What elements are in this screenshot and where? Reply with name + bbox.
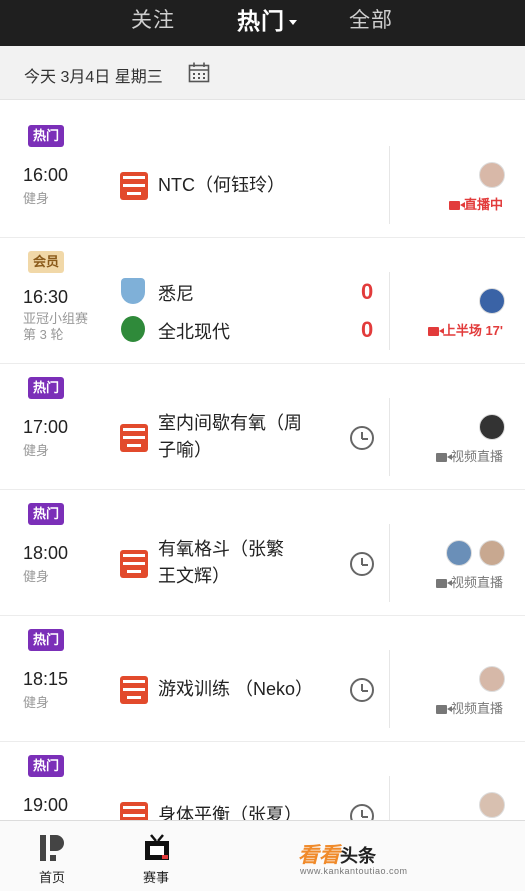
- alarm-clock-icon[interactable]: [350, 552, 374, 576]
- nav-home-label: 首页: [38, 870, 65, 885]
- event-time: 18:00: [23, 543, 69, 563]
- event-time: 16:30: [23, 287, 69, 307]
- date-label: 今天 3月4日 星期三: [24, 69, 163, 86]
- tab-hot[interactable]: 热门: [237, 2, 297, 36]
- watermark-suffix: 头条: [340, 846, 376, 866]
- hot-badge: 热门: [28, 125, 65, 147]
- team-name-home: 悉尼: [158, 284, 194, 304]
- video-camera-icon: [435, 453, 452, 462]
- avatar: [446, 540, 472, 566]
- event-time: 18:15: [23, 669, 69, 689]
- vip-badge: 会员: [28, 251, 65, 273]
- alarm-clock-icon[interactable]: [350, 678, 374, 702]
- video-camera-icon: [427, 327, 444, 336]
- score-away: 0: [361, 317, 374, 342]
- jeonbuk-motors-icon: [121, 316, 145, 342]
- event-round: 第 3 轮: [23, 327, 64, 342]
- hot-badge: 热门: [28, 755, 65, 777]
- event-category: 健身: [23, 191, 50, 206]
- video-camera-icon: [435, 579, 452, 588]
- video-status: 视频直播: [435, 698, 503, 717]
- alarm-clock-icon[interactable]: [350, 426, 374, 450]
- tab-hot-label: 热门: [237, 8, 285, 34]
- event-category: 健身: [23, 443, 50, 458]
- home-logo-icon: [40, 835, 64, 861]
- watermark-url: www.kankantoutiao.com: [300, 866, 408, 876]
- match-status-label: 上半场 17': [442, 323, 503, 338]
- nav-matches-label: 赛事: [142, 870, 169, 885]
- match-status: 上半场 17': [427, 320, 503, 339]
- sports-app-logo-icon: [120, 676, 148, 704]
- event-category: 健身: [23, 695, 50, 710]
- divider: [389, 650, 390, 728]
- event-card[interactable]: 热门 16:00 健身 NTC（何钰玲） 直播中: [0, 112, 525, 238]
- top-tab-bar: 关注 热门 全部: [0, 0, 525, 46]
- tab-all[interactable]: 全部: [349, 4, 393, 34]
- live-status: 直播中: [448, 194, 503, 213]
- divider: [389, 272, 390, 350]
- avatar: [479, 162, 505, 188]
- event-title-line-2: 子喻）: [158, 440, 212, 460]
- event-card[interactable]: 热门 17:00 健身 室内间歇有氧（周 子喻） 视频直播: [0, 364, 525, 490]
- video-status-label: 视频直播: [450, 701, 503, 716]
- live-status-label: 直播中: [463, 197, 503, 212]
- event-time: 17:00: [23, 417, 69, 437]
- avatar: [479, 666, 505, 692]
- event-title: 游戏训练 （Neko）: [158, 679, 314, 699]
- calendar-icon[interactable]: [188, 62, 210, 83]
- watermark-logo: 看看头条: [298, 839, 376, 869]
- event-time: 16:00: [23, 165, 69, 185]
- divider: [389, 524, 390, 602]
- avatar: [479, 414, 505, 440]
- hot-badge: 热门: [28, 503, 65, 525]
- sports-app-logo-icon: [120, 424, 148, 452]
- hot-badge: 热门: [28, 377, 65, 399]
- tv-icon: [145, 834, 169, 860]
- event-time: 19:00: [23, 795, 69, 815]
- video-camera-icon: [448, 201, 465, 210]
- sydney-fc-icon: [121, 278, 145, 304]
- avatar: [479, 540, 505, 566]
- event-card[interactable]: 热门 18:15 健身 游戏训练 （Neko） 视频直播: [0, 616, 525, 742]
- hot-badge: 热门: [28, 629, 65, 651]
- bottom-nav-bar: 首页 赛事 看看头条 www.kankantoutiao.com: [0, 820, 525, 891]
- tab-follow[interactable]: 关注: [131, 4, 175, 34]
- divider: [389, 398, 390, 476]
- video-camera-icon: [435, 705, 452, 714]
- team-name-away: 全北现代: [158, 322, 230, 342]
- nav-home[interactable]: 首页: [17, 821, 87, 891]
- video-status: 视频直播: [435, 572, 503, 591]
- event-card[interactable]: 会员 16:30 亚冠小组赛 第 3 轮 悉尼 0 全北现代 0 上半场 17': [0, 238, 525, 364]
- event-card[interactable]: 热门 18:00 健身 有氧格斗（张繁 王文辉） 视频直播: [0, 490, 525, 616]
- video-status-label: 视频直播: [450, 575, 503, 590]
- chevron-down-icon: [289, 20, 297, 26]
- nav-matches[interactable]: 赛事: [121, 821, 191, 891]
- event-title-line-2: 王文辉）: [158, 566, 230, 586]
- video-status-label: 视频直播: [450, 449, 503, 464]
- video-status: 视频直播: [435, 446, 503, 465]
- date-bar: 今天 3月4日 星期三: [0, 46, 525, 100]
- sports-app-logo-icon: [120, 172, 148, 200]
- avatar: [479, 792, 505, 818]
- watermark-brand: 看看: [298, 844, 340, 867]
- event-title-line-1: 有氧格斗（张繁: [158, 539, 284, 559]
- sports-app-logo-icon: [120, 550, 148, 578]
- event-title: NTC（何钰玲）: [158, 175, 285, 195]
- event-title-line-1: 室内间歇有氧（周: [158, 413, 302, 433]
- avatar: [479, 288, 505, 314]
- divider: [389, 146, 390, 224]
- event-category: 健身: [23, 569, 50, 584]
- score-home: 0: [361, 279, 374, 304]
